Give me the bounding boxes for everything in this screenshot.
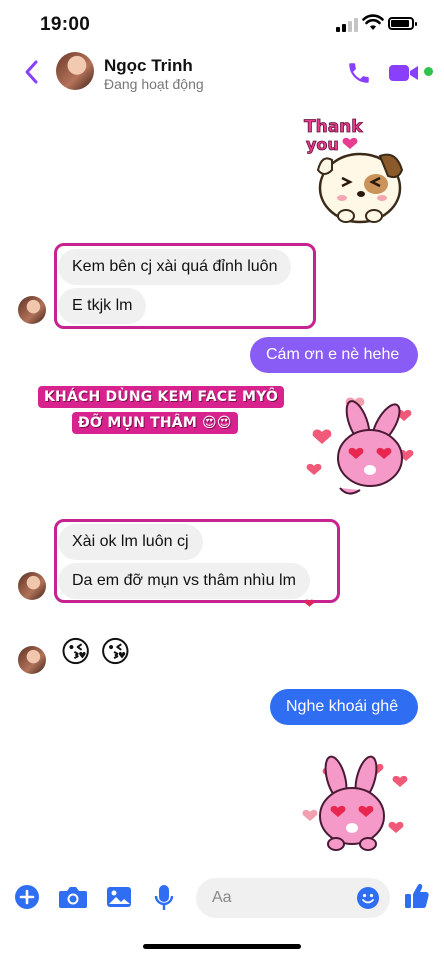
online-indicator bbox=[424, 67, 433, 76]
contact-avatar[interactable] bbox=[56, 52, 94, 90]
message-input[interactable]: Aa bbox=[196, 878, 390, 918]
video-call-icon[interactable] bbox=[388, 62, 420, 84]
svg-text:you: you bbox=[306, 135, 339, 154]
kissing-emoji-message[interactable]: 😘 😘 bbox=[60, 638, 131, 668]
contact-mini-avatar bbox=[18, 296, 46, 324]
status-bar: 19:00 bbox=[0, 0, 444, 48]
outgoing-message[interactable]: Cám ơn e nè hehe bbox=[250, 337, 418, 373]
contact-mini-avatar bbox=[18, 646, 46, 674]
thank-you-dog-sticker[interactable]: Thank you bbox=[298, 112, 416, 230]
phone-icon[interactable] bbox=[346, 60, 372, 86]
message-composer: Aa bbox=[0, 870, 444, 926]
message-input-placeholder: Aa bbox=[212, 889, 232, 906]
incoming-message[interactable]: Da em đỡ mụn vs thâm nhìu lm bbox=[58, 563, 310, 599]
home-indicator bbox=[143, 944, 301, 949]
heart-reaction[interactable]: ❤ bbox=[304, 596, 315, 612]
promo-line: ĐỠ MỤN THÂM 😍😍 bbox=[72, 412, 238, 434]
microphone-icon[interactable] bbox=[154, 884, 174, 912]
svg-text:Thank: Thank bbox=[304, 117, 363, 137]
incoming-message[interactable]: Kem bên cj xài quá đỉnh luôn bbox=[58, 249, 292, 285]
incoming-message[interactable]: Xài ok lm luôn cj bbox=[58, 524, 203, 560]
thumbs-up-icon[interactable] bbox=[404, 882, 430, 910]
photo-gallery-icon[interactable] bbox=[106, 884, 132, 910]
outgoing-message[interactable]: Nghe khoái ghê bbox=[270, 689, 418, 725]
plus-icon[interactable] bbox=[14, 884, 40, 910]
signal-icon bbox=[336, 18, 358, 32]
camera-icon[interactable] bbox=[58, 884, 88, 910]
contact-name[interactable]: Ngọc Trinh bbox=[104, 56, 193, 76]
battery-icon bbox=[388, 17, 417, 30]
promo-line: KHÁCH DÙNG KEM FACE MYÔ bbox=[38, 386, 285, 408]
contact-active-status: Đang hoạt động bbox=[104, 76, 204, 92]
back-arrow-icon[interactable] bbox=[20, 58, 44, 86]
promo-banner: KHÁCH DÙNG KEM FACE MYÔ ĐỠ MỤN THÂM 😍😍 bbox=[38, 386, 300, 434]
chat-header: Ngọc Trinh Đang hoạt động bbox=[0, 48, 444, 98]
bunny-hearts-sticker[interactable] bbox=[300, 392, 418, 500]
bunny-hearts-sticker[interactable] bbox=[296, 744, 416, 856]
incoming-message[interactable]: E tkjk lm bbox=[58, 288, 147, 324]
wifi-icon bbox=[362, 14, 384, 30]
contact-mini-avatar bbox=[18, 572, 46, 600]
status-time: 19:00 bbox=[40, 14, 91, 35]
emoji-icon[interactable] bbox=[356, 886, 380, 910]
